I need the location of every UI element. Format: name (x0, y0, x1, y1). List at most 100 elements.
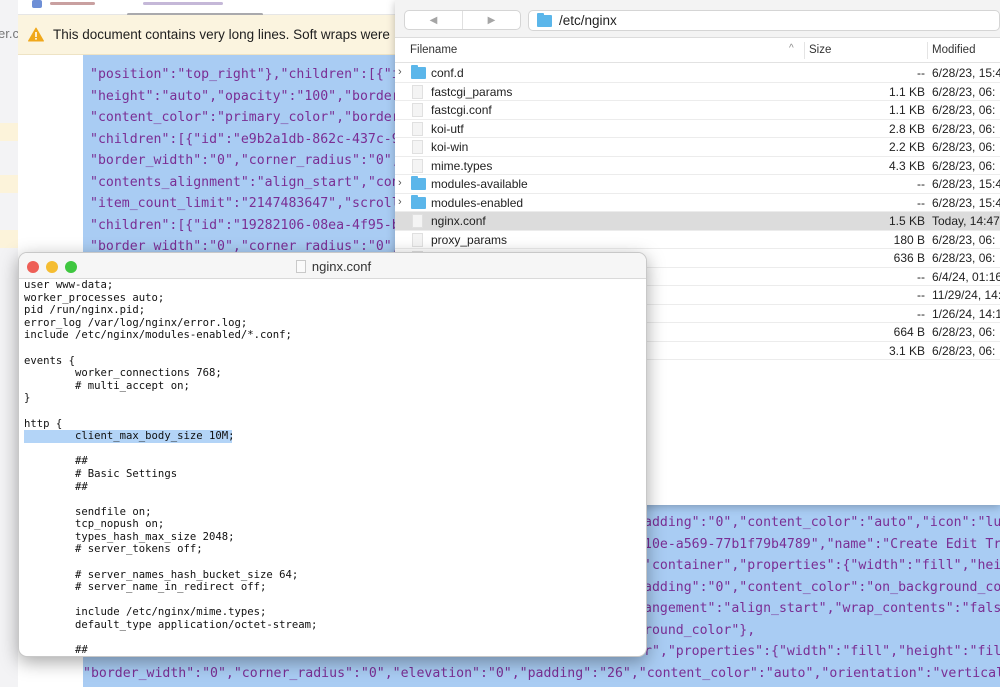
json-line[interactable]: "content_color":"primary_color","border_ (90, 110, 408, 126)
json-line[interactable]: "item_count_limit":"2147483647","scroll_ (90, 196, 408, 212)
file-name: mime.types (431, 158, 493, 173)
file-size: 1.1 KB (888, 103, 925, 117)
json-line[interactable]: round_color"}, (644, 623, 755, 639)
json-line[interactable]: angement":"align_start","wrap_contents":… (644, 601, 1000, 617)
nginx-conf-editor-window: nginx.conf user www-data; worker_processe… (18, 252, 647, 657)
file-size: 636 B (893, 251, 925, 265)
file-row[interactable]: koi-utf 2.8 KB 6/28/23, 06: (395, 120, 1000, 138)
file-modified: 6/28/23, 06: (932, 232, 996, 247)
expand-chevron-icon[interactable]: › (398, 66, 402, 78)
file-size: -- (917, 288, 925, 302)
file-tab-icon (32, 0, 42, 8)
code-line: # multi_accept on; (24, 379, 190, 392)
file-modified: 6/28/23, 15:4 (932, 177, 1000, 191)
folder-icon (411, 65, 426, 79)
code-line: # server_name_in_redirect off; (24, 581, 267, 594)
file-modified: 6/28/23, 06: (932, 121, 996, 136)
code-line: client_max_body_size 10M; (24, 430, 317, 443)
code-line: default_type application/octet-stream; (24, 619, 318, 632)
json-line[interactable]: "border_width":"0","corner_radius":"0"," (90, 153, 408, 169)
file-row[interactable]: proxy_params 180 B 6/28/23, 06: (395, 231, 1000, 249)
window-title: nginx.conf (311, 259, 372, 274)
code-line: include /etc/nginx/mime.types; (24, 606, 267, 619)
file-row[interactable]: nginx.conf 1.5 KB Today, 14:47 (395, 212, 1000, 231)
folder-icon (411, 194, 426, 209)
json-line[interactable]: "contents_alignment":"align_start","cont (90, 175, 408, 191)
forward-arrow-icon[interactable]: ▶ (463, 11, 520, 29)
file-tab[interactable] (143, 2, 223, 5)
json-line[interactable]: "border_width":"0","corner_radius":"0","… (83, 666, 1000, 682)
folder-icon (411, 176, 426, 190)
sort-ascending-icon[interactable]: ^ (789, 43, 794, 54)
background-app-strip: er.c (0, 0, 18, 687)
expand-chevron-icon[interactable]: › (398, 196, 402, 208)
file-icon (412, 140, 423, 154)
file-name: koi-win (431, 140, 469, 154)
path-text: /etc/nginx (559, 13, 617, 28)
file-size: -- (917, 306, 925, 321)
column-size[interactable]: Size (809, 44, 831, 56)
file-list-header: Filename ^ Size Modified (395, 38, 1000, 63)
back-arrow-icon[interactable]: ◀ (405, 11, 463, 29)
file-row[interactable]: fastcgi.conf 1.1 KB 6/28/23, 06: (395, 101, 1000, 120)
json-line[interactable]: adding":"0","content_color":"on_backgrou… (644, 580, 1000, 596)
json-line[interactable]: r","properties":{"width":"fill","height"… (644, 644, 1000, 660)
code-line: worker_connections 768; (24, 367, 222, 380)
code-line: ## (24, 480, 88, 493)
file-name: proxy_params (431, 232, 508, 247)
background-app-text: er.c (0, 26, 18, 41)
json-line[interactable]: "children":[{"id":"e9b2a1db-862c-437c-98 (90, 132, 408, 148)
file-row[interactable]: › modules-enabled -- 6/28/23, 15:4 (395, 194, 1000, 212)
file-size: 1.1 KB (888, 84, 925, 99)
code-line: # server_names_hash_bucket_size 64; (24, 568, 299, 581)
file-row[interactable]: › conf.d -- 6/28/23, 15:4 (395, 64, 1000, 83)
file-name: fastcgi.conf (431, 103, 492, 117)
code-line: sendfile on; (24, 505, 152, 518)
code-line: ## (24, 455, 88, 468)
file-row[interactable]: koi-win 2.2 KB 6/28/23, 06: (395, 138, 1000, 157)
file-size: 3.1 KB (888, 343, 925, 358)
code-line: pid /run/nginx.pid; (24, 304, 146, 317)
file-modified: Today, 14:47 (932, 214, 1000, 228)
file-modified: 6/28/23, 06: (932, 343, 996, 358)
window-titlebar[interactable]: nginx.conf (19, 253, 646, 279)
file-size: 4.3 KB (888, 158, 925, 173)
file-icon (412, 121, 423, 136)
json-line[interactable]: 10e-a569-77b1f79b4789","name":"Create Ed… (644, 537, 1000, 553)
file-row[interactable]: › modules-available -- 6/28/23, 15:4 (395, 175, 1000, 194)
file-size: 664 B (893, 325, 925, 339)
column-modified[interactable]: Modified (932, 44, 975, 56)
warning-triangle-icon (28, 27, 44, 42)
file-row[interactable]: mime.types 4.3 KB 6/28/23, 06: (395, 157, 1000, 175)
file-icon (412, 214, 423, 228)
code-line: include /etc/nginx/modules-enabled/*.con… (24, 329, 292, 342)
json-line[interactable]: 'container","properties":{"width":"fill"… (644, 558, 1000, 574)
json-line[interactable]: "height":"auto","opacity":"100","border_ (90, 89, 408, 105)
file-modified: 6/4/24, 01:16 (932, 269, 1000, 284)
json-line[interactable]: adding":"0","content_color":"auto","icon… (644, 515, 1000, 531)
path-field[interactable]: /etc/nginx (528, 10, 1000, 31)
file-size: -- (917, 66, 925, 80)
text-area[interactable]: user www-data; worker_processes auto; pid … (24, 279, 318, 656)
file-name: koi-utf (431, 121, 464, 136)
file-size: 2.2 KB (888, 140, 925, 154)
file-tab[interactable] (50, 2, 95, 5)
code-line: user www-data; (24, 279, 114, 291)
file-name: modules-enabled (431, 195, 524, 210)
column-filename[interactable]: Filename (410, 44, 457, 56)
expand-chevron-icon[interactable]: › (398, 177, 402, 189)
file-modified: 6/28/23, 15:4 (932, 195, 1000, 210)
code-line: # server_tokens off; (24, 543, 203, 556)
file-browser-toolbar: ◀ ▶ /etc/nginx (395, 0, 1000, 38)
file-modified: 6/28/23, 06: (932, 158, 996, 173)
file-modified: 6/28/23, 06: (932, 84, 996, 99)
code-line: worker_processes auto; (24, 291, 165, 304)
file-row[interactable]: fastcgi_params 1.1 KB 6/28/23, 06: (395, 83, 1000, 101)
json-line[interactable]: "position":"top_right"},"children":[{"id (90, 67, 408, 83)
json-line[interactable]: "children":[{"id":"19282106-08ea-4f95-b6 (90, 218, 408, 234)
